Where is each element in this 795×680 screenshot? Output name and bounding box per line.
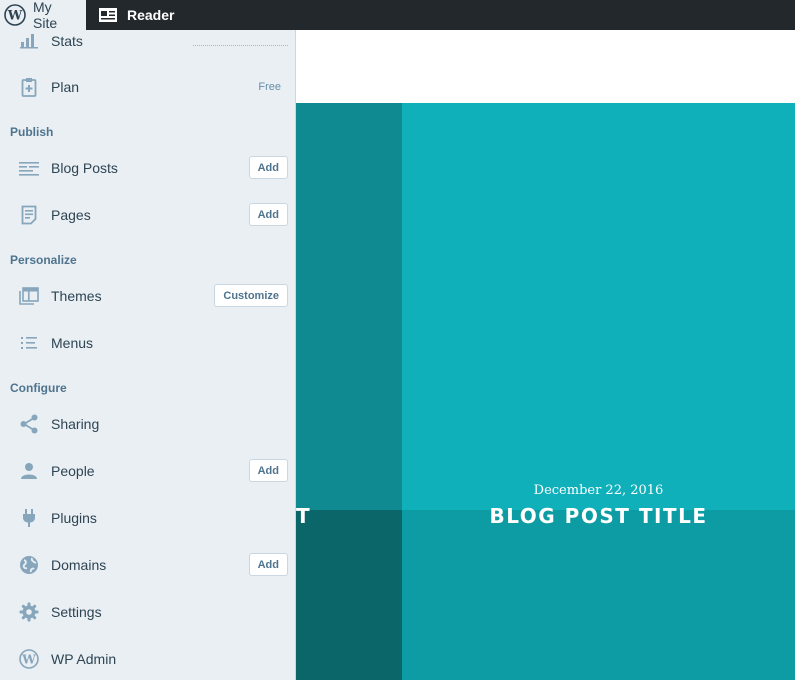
sidebar-item-label: People bbox=[51, 462, 95, 479]
my-site-label: My Site bbox=[33, 0, 58, 31]
wordpress-icon: W bbox=[18, 648, 40, 670]
clipboard-icon bbox=[18, 76, 40, 98]
posts-icon bbox=[18, 157, 40, 179]
sidebar-item-wp-admin[interactable]: W WP Admin bbox=[0, 635, 295, 680]
svg-text:W: W bbox=[21, 652, 36, 666]
gear-icon bbox=[18, 601, 40, 623]
add-blog-post-button[interactable]: Add bbox=[248, 156, 288, 179]
sidebar-item-sharing[interactable]: Sharing bbox=[0, 400, 295, 447]
sidebar-item-label: Plugins bbox=[51, 509, 97, 526]
add-domain-button[interactable]: Add bbox=[248, 553, 288, 576]
sidebar-item-pages[interactable]: Pages Add bbox=[0, 191, 295, 238]
masterbar: W My Site Reader bbox=[0, 0, 795, 31]
section-heading-publish: Publish bbox=[10, 125, 54, 139]
sidebar-item-label: Blog Posts bbox=[51, 159, 118, 176]
sidebar-item-people[interactable]: People Add bbox=[0, 447, 295, 494]
sidebar-item-blog-posts[interactable]: Blog Posts Add bbox=[0, 144, 295, 191]
partial-post-title: T bbox=[296, 504, 310, 528]
section-heading-configure: Configure bbox=[10, 381, 67, 395]
reader-icon bbox=[97, 4, 119, 26]
plan-badge: Free bbox=[258, 80, 281, 93]
add-people-button[interactable]: Add bbox=[248, 459, 288, 482]
sidebar-item-plan[interactable]: Plan Free bbox=[0, 63, 295, 110]
plug-icon bbox=[18, 507, 40, 529]
post-date: December 22, 2016 bbox=[533, 483, 664, 498]
post-title[interactable]: BLOG POST TITLE bbox=[402, 504, 795, 528]
my-site-button[interactable]: W My Site bbox=[0, 0, 86, 31]
post-tile[interactable] bbox=[402, 510, 795, 680]
share-icon bbox=[18, 413, 40, 435]
sidebar-item-label: Menus bbox=[51, 334, 94, 351]
site-header bbox=[296, 30, 795, 103]
section-heading-personalize: Personalize bbox=[10, 253, 77, 267]
reader-label: Reader bbox=[127, 7, 175, 23]
post-tile[interactable] bbox=[402, 103, 795, 510]
post-tile[interactable] bbox=[296, 103, 402, 510]
sidebar-item-domains[interactable]: Domains Add bbox=[0, 541, 295, 588]
themes-icon bbox=[18, 285, 40, 307]
sidebar-item-label: Themes bbox=[51, 287, 102, 304]
sidebar-item-label: Domains bbox=[51, 556, 107, 573]
sidebar-item-label: Stats bbox=[51, 32, 83, 49]
add-page-button[interactable]: Add bbox=[248, 203, 288, 226]
sidebar-item-label: WP Admin bbox=[51, 650, 117, 667]
sidebar-item-label: Sharing bbox=[51, 415, 100, 432]
site-preview: T December 22, 2016 BLOG POST TITLE bbox=[296, 30, 795, 680]
menus-icon bbox=[18, 332, 40, 354]
sidebar-item-plugins[interactable]: Plugins bbox=[0, 494, 295, 541]
stats-icon bbox=[18, 30, 40, 52]
svg-text:W: W bbox=[7, 9, 23, 24]
page-icon bbox=[18, 204, 40, 226]
person-icon bbox=[18, 460, 40, 482]
sidebar-item-settings[interactable]: Settings bbox=[0, 588, 295, 635]
sidebar-item-menus[interactable]: Menus bbox=[0, 319, 295, 366]
sidebar-item-label: Plan bbox=[51, 78, 80, 95]
sidebar: Stats Plan Free Publish Blog Posts Add P… bbox=[0, 30, 296, 680]
globe-icon bbox=[18, 554, 40, 576]
reader-button[interactable]: Reader bbox=[86, 0, 182, 30]
customize-button[interactable]: Customize bbox=[214, 284, 288, 307]
post-tile[interactable] bbox=[296, 510, 402, 680]
sidebar-item-label: Pages bbox=[51, 206, 91, 223]
sidebar-item-stats[interactable]: Stats bbox=[0, 30, 295, 64]
wordpress-logo-icon: W bbox=[4, 4, 26, 26]
sidebar-item-label: Settings bbox=[51, 603, 102, 620]
sidebar-item-themes[interactable]: Themes Customize bbox=[0, 272, 295, 319]
